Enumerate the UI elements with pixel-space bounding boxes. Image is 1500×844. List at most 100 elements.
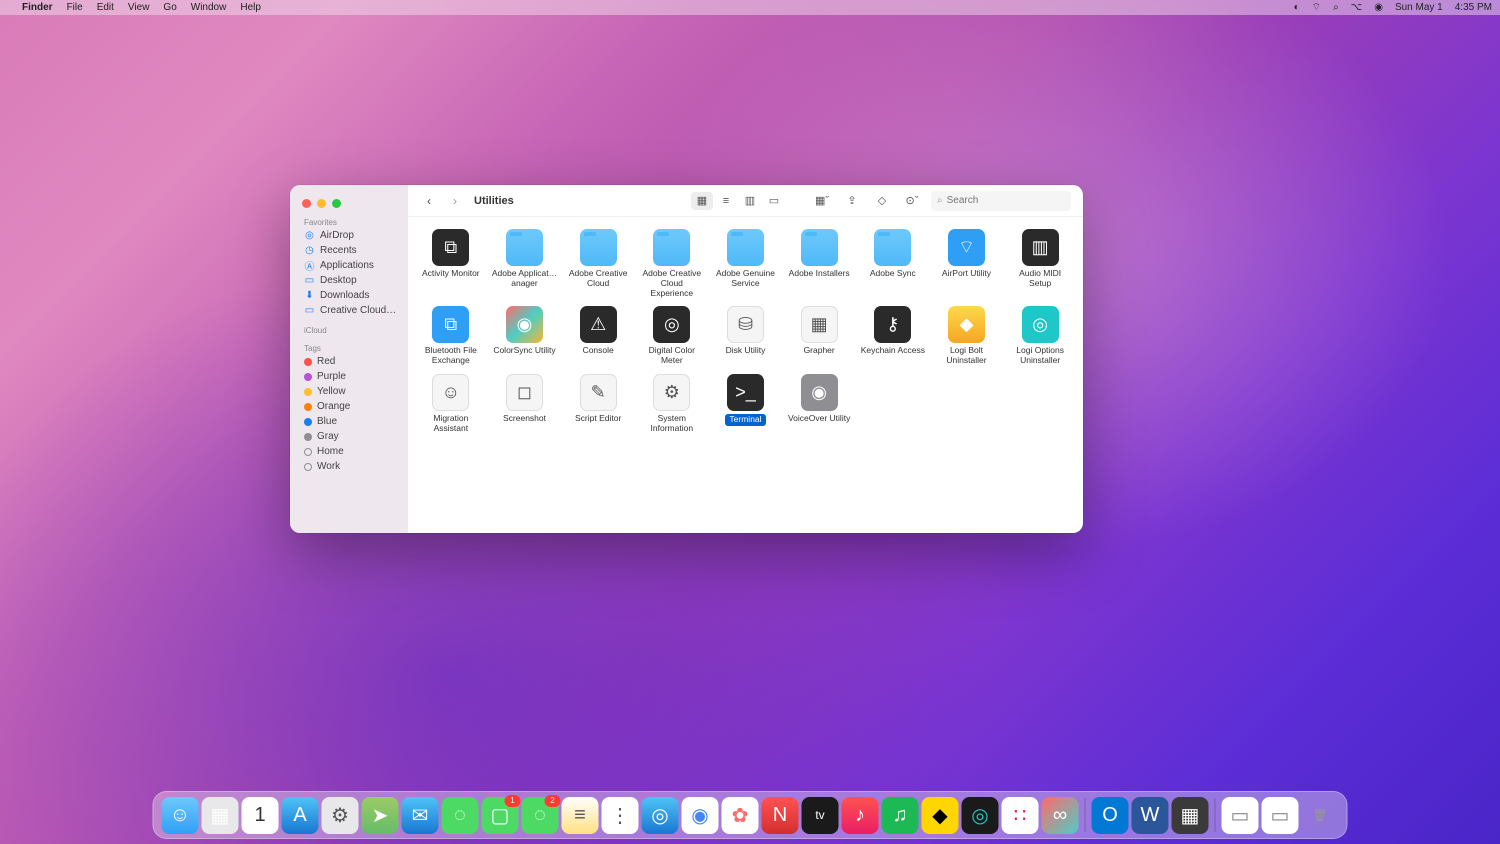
dock-item-chrome[interactable]: ◉ [682, 797, 719, 834]
file-item[interactable]: ⌔AirPort Utility [930, 227, 1004, 300]
menubar-time[interactable]: 4:35 PM [1455, 2, 1492, 13]
view-columns-button[interactable]: ▥ [739, 192, 761, 210]
file-item[interactable]: ⛁Disk Utility [709, 304, 783, 368]
actions-button[interactable]: ⊙ˇ [901, 192, 923, 210]
sidebar-item[interactable]: ⬇Downloads [290, 288, 408, 303]
dock-item-word[interactable]: W [1132, 797, 1169, 834]
file-item[interactable]: ☺Migration Assistant [414, 372, 488, 436]
dock-item-outlook[interactable]: O [1092, 797, 1129, 834]
back-button[interactable]: ‹ [420, 192, 438, 210]
sidebar-tag[interactable]: Blue [290, 414, 408, 429]
file-icon: ⚷ [874, 306, 911, 343]
dock-item-messages[interactable]: ◌ [442, 797, 479, 834]
file-item[interactable]: ▥Audio MIDI Setup [1003, 227, 1077, 300]
menubar-date[interactable]: Sun May 1 [1395, 2, 1443, 13]
sidebar-item[interactable]: ◷Recents [290, 243, 408, 258]
sidebar-tag[interactable]: Gray [290, 429, 408, 444]
dock-item-spotify[interactable]: ♫ [882, 797, 919, 834]
sidebar-item[interactable]: ▭Creative Cloud… [290, 303, 408, 318]
wifi-icon[interactable]: ⌔ [1312, 1, 1321, 14]
dock-item-finder[interactable]: ☺ [162, 797, 199, 834]
sidebar-tag[interactable]: Orange [290, 399, 408, 414]
sidebar-tag[interactable]: Work [290, 459, 408, 474]
dock-item-messages2[interactable]: ◌ [522, 797, 559, 834]
search-input[interactable] [947, 195, 1065, 206]
file-item[interactable]: Adobe Creative Cloud [561, 227, 635, 300]
dock-item-music[interactable]: ♪ [842, 797, 879, 834]
file-item[interactable]: Adobe Creative Cloud Experience [635, 227, 709, 300]
siri-icon[interactable]: ◉ [1374, 2, 1383, 13]
file-item[interactable]: ▦Grapher [782, 304, 856, 368]
menu-go[interactable]: Go [163, 2, 176, 13]
file-item[interactable]: Adobe Applicat…anager [488, 227, 562, 300]
dock-item-notes[interactable]: ≡ [562, 797, 599, 834]
file-item[interactable]: Adobe Installers [782, 227, 856, 300]
dock-item-reminders[interactable]: ⋮ [602, 797, 639, 834]
spotlight-icon[interactable]: ⌕ [1333, 2, 1339, 13]
dock-item-logi[interactable]: ◆ [922, 797, 959, 834]
file-item[interactable]: ⚷ Keychain Access [856, 304, 930, 368]
file-item[interactable]: ⧉Activity Monitor [414, 227, 488, 300]
group-button[interactable]: ▦ˇ [811, 192, 833, 210]
file-item[interactable]: ◎Logi Options Uninstaller [1003, 304, 1077, 368]
sidebar-item[interactable]: ⒶApplications [290, 258, 408, 273]
menu-window[interactable]: Window [191, 2, 227, 13]
dock-item-calc[interactable]: ▦ [1172, 797, 1209, 834]
dock-item-appstore[interactable]: A [282, 797, 319, 834]
app-menu[interactable]: Finder [22, 2, 53, 13]
file-item[interactable]: ◉VoiceOver Utility [782, 372, 856, 436]
dock-item-trash[interactable]: 🗑 [1302, 797, 1339, 834]
dock-item-maps[interactable]: ➤ [362, 797, 399, 834]
dock-item-news[interactable]: N [762, 797, 799, 834]
file-item[interactable]: ◆Logi Bolt Uninstaller [930, 304, 1004, 368]
dock-item-slack[interactable]: ∷ [1002, 797, 1039, 834]
file-item[interactable]: Adobe Sync [856, 227, 930, 300]
sidebar-item[interactable]: ▭Desktop [290, 273, 408, 288]
view-list-button[interactable]: ≡ [715, 192, 737, 210]
menu-view[interactable]: View [128, 2, 150, 13]
dock-item-facetime[interactable]: ▢ [482, 797, 519, 834]
dock-item-cc[interactable]: ∞ [1042, 797, 1079, 834]
tags-button[interactable]: ◇ [871, 192, 893, 210]
dock-item-safari[interactable]: ◎ [642, 797, 679, 834]
dock-item-launchpad[interactable]: ▦ [202, 797, 239, 834]
file-label: Keychain Access [861, 346, 925, 356]
file-item[interactable]: ⚙System Information [635, 372, 709, 436]
dock-item-folder[interactable]: ▭ [1222, 797, 1259, 834]
sidebar-tag[interactable]: Home [290, 444, 408, 459]
dock-item-calendar[interactable]: 1 [242, 797, 279, 834]
file-item[interactable]: Adobe Genuine Service [709, 227, 783, 300]
sidebar-tag[interactable]: Yellow [290, 384, 408, 399]
file-item[interactable]: ◎Digital Color Meter [635, 304, 709, 368]
control-center-icon[interactable]: ⌥ [1351, 2, 1363, 13]
sidebar-tag[interactable]: Purple [290, 369, 408, 384]
file-item[interactable]: ◉ColorSync Utility [488, 304, 562, 368]
dock-item-photos[interactable]: ✿ [722, 797, 759, 834]
sidebar-item[interactable]: ◎AirDrop [290, 228, 408, 243]
share-button[interactable]: ⇪ [841, 192, 863, 210]
dock-item-globe[interactable]: ◎ [962, 797, 999, 834]
dock-item-mail[interactable]: ✉ [402, 797, 439, 834]
window-minimize-button[interactable] [317, 199, 326, 208]
view-icons-button[interactable]: ▦ [691, 192, 713, 210]
dock-item-settings[interactable]: ⚙ [322, 797, 359, 834]
file-item[interactable]: ⚠Console [561, 304, 635, 368]
dock-item-tv[interactable]: tv [802, 797, 839, 834]
file-item[interactable]: ◻Screenshot [488, 372, 562, 436]
dock-item-folder2[interactable]: ▭ [1262, 797, 1299, 834]
sidebar-tag[interactable]: Red [290, 354, 408, 369]
menu-file[interactable]: File [67, 2, 83, 13]
search-field[interactable]: ⌕ [931, 191, 1071, 211]
window-maximize-button[interactable] [332, 199, 341, 208]
view-gallery-button[interactable]: ▭ [763, 192, 785, 210]
menu-help[interactable]: Help [240, 2, 261, 13]
menu-edit[interactable]: Edit [97, 2, 114, 13]
tag-dot-icon [304, 433, 312, 441]
file-item[interactable]: ✎Script Editor [561, 372, 635, 436]
file-item[interactable]: ⧉Bluetooth File Exchange [414, 304, 488, 368]
file-item[interactable]: >_Terminal [709, 372, 783, 436]
window-close-button[interactable] [302, 199, 311, 208]
forward-button[interactable]: › [446, 192, 464, 210]
status-icon[interactable]: ◐ [1294, 2, 1300, 13]
sidebar-tag-label: Blue [317, 416, 337, 427]
